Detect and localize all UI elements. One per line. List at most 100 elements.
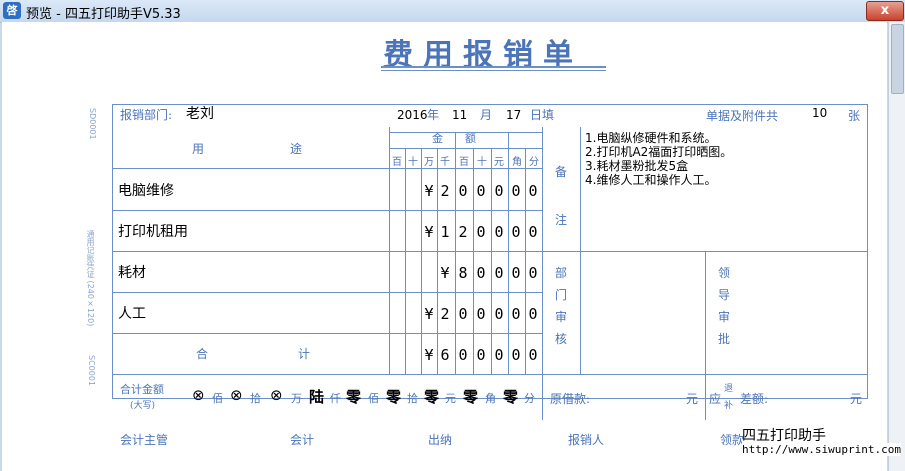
- side-code: SD0001: [88, 108, 97, 140]
- amount-header: 金 额: [432, 132, 476, 145]
- capital-unit: 万: [291, 392, 302, 405]
- digit-header: 角: [512, 157, 522, 168]
- watermark-url: http://www.siwuprint.com: [742, 443, 901, 456]
- capital-unit: 佰: [212, 392, 223, 405]
- amount-digit: ¥: [424, 346, 434, 364]
- digit-header: 百: [392, 157, 402, 168]
- amount-digit: 0: [458, 182, 468, 200]
- amount-digit: 0: [528, 182, 538, 200]
- capital-digit: 零: [346, 388, 362, 406]
- cancel-mark: ⊗: [230, 386, 243, 404]
- amount-digit: ¥: [440, 264, 450, 282]
- row-label: 打印机租用: [118, 224, 188, 240]
- row-divider: [112, 333, 542, 334]
- total-label: 合: [196, 347, 209, 361]
- borrow-label: 原借款:: [550, 392, 591, 406]
- remark-line: 2.打印机A2福面打印晒图。: [585, 145, 733, 159]
- amount-digit: 0: [458, 346, 468, 364]
- amount-digit: 0: [494, 305, 504, 323]
- capital-sublabel: (大写): [130, 401, 156, 411]
- capital-unit: 分: [524, 392, 535, 405]
- purpose-header: 用 途: [192, 142, 305, 156]
- row-divider: [112, 374, 867, 375]
- row-label: 电脑维修: [118, 183, 174, 199]
- row-divider: [112, 292, 542, 293]
- amount-digit: 0: [528, 346, 538, 364]
- cancel-mark: ⊗: [192, 386, 205, 404]
- borrow-unit: 元: [686, 392, 699, 406]
- digit-header: 元: [494, 157, 504, 168]
- capital-digit: 零: [503, 388, 519, 406]
- row-label: 耗材: [118, 265, 146, 281]
- dept-review-label: 部门审核: [554, 266, 567, 346]
- row-divider: [112, 168, 542, 169]
- diff-label: 差额:: [740, 392, 769, 406]
- title-bar: 啓 预览 - 四五打印助手V5.33 x: [0, 0, 905, 23]
- amount-digit: 0: [511, 223, 521, 241]
- amount-digit: 0: [476, 346, 486, 364]
- capital-unit: 仟: [330, 392, 341, 405]
- title-underline: [381, 66, 606, 68]
- side-form-name: 通用记账凭证 (240×120): [86, 230, 95, 327]
- amount-digit: 0: [511, 346, 521, 364]
- amount-digit: 0: [494, 223, 504, 241]
- row-divider: [112, 210, 542, 211]
- capital-digit: 零: [463, 388, 479, 406]
- close-button[interactable]: x: [866, 1, 904, 21]
- col-divider: [405, 148, 406, 374]
- amount-digit: 0: [528, 223, 538, 241]
- footer-claimant: 报销人: [568, 433, 605, 447]
- amount-digit: ¥: [424, 182, 434, 200]
- cancel-mark: ⊗: [270, 386, 283, 404]
- scroll-thumb[interactable]: [891, 24, 904, 94]
- amount-digit: ¥: [424, 305, 434, 323]
- amount-digit: 6: [440, 346, 450, 364]
- capital-label: 合计金额: [120, 383, 164, 396]
- amount-digit: 0: [494, 264, 504, 282]
- remark-line: 3.耗材墨粉批发5盒: [585, 159, 689, 173]
- app-icon: 啓: [3, 2, 21, 19]
- amount-digit: 0: [494, 182, 504, 200]
- remarks: 1.电脑纵修硬件和系统。 2.打印机A2福面打印晒图。 3.耗材墨粉批发5盒 4…: [585, 131, 732, 187]
- col-divider: [580, 127, 581, 374]
- digit-header: 百: [459, 157, 469, 168]
- amount-digit: 0: [511, 182, 521, 200]
- amount-digit: 0: [476, 305, 486, 323]
- digit-header: 十: [408, 157, 418, 168]
- amount-digit: 2: [440, 305, 450, 323]
- refund-label: 应: [709, 392, 722, 406]
- amount-digit: 0: [476, 223, 486, 241]
- watermark: 四五打印助手: [742, 428, 826, 444]
- capital-digit: 陆: [309, 388, 325, 406]
- amount-digit: 2: [440, 182, 450, 200]
- amount-digit: 2: [458, 223, 468, 241]
- diff-unit: 元: [850, 392, 863, 406]
- capital-unit: 拾: [407, 392, 418, 405]
- footer-accountant: 会计: [290, 433, 315, 447]
- digit-header: 十: [477, 157, 487, 168]
- total-label: 计: [298, 347, 311, 361]
- side-code-bottom: SC0001: [87, 355, 96, 387]
- digit-header: 千: [440, 157, 450, 168]
- refund-sub: 补: [724, 401, 734, 411]
- amount-digit: 0: [494, 346, 504, 364]
- remark-line: 4.维修人工和操作人工。: [585, 173, 717, 187]
- digit-header: 分: [529, 157, 539, 168]
- amount-digit: 0: [511, 264, 521, 282]
- remark-label: 备注: [554, 165, 567, 227]
- amount-digit: 0: [528, 305, 538, 323]
- window-title: 预览 - 四五打印助手V5.33: [26, 7, 181, 22]
- row-divider: [112, 251, 867, 252]
- remark-line: 1.电脑纵修硬件和系统。: [585, 131, 717, 145]
- footer-cashier: 出纳: [428, 433, 453, 447]
- capital-digit: 零: [386, 388, 402, 406]
- title-underline: [381, 70, 606, 71]
- amount-digit: 0: [511, 305, 521, 323]
- col-divider: [455, 132, 456, 374]
- footer-receiver: 领款: [720, 433, 745, 447]
- col-divider: [508, 132, 509, 374]
- amount-digit: 0: [528, 264, 538, 282]
- row-divider: [389, 148, 542, 149]
- capital-digit: 零: [424, 388, 440, 406]
- amount-digit: 1: [440, 223, 450, 241]
